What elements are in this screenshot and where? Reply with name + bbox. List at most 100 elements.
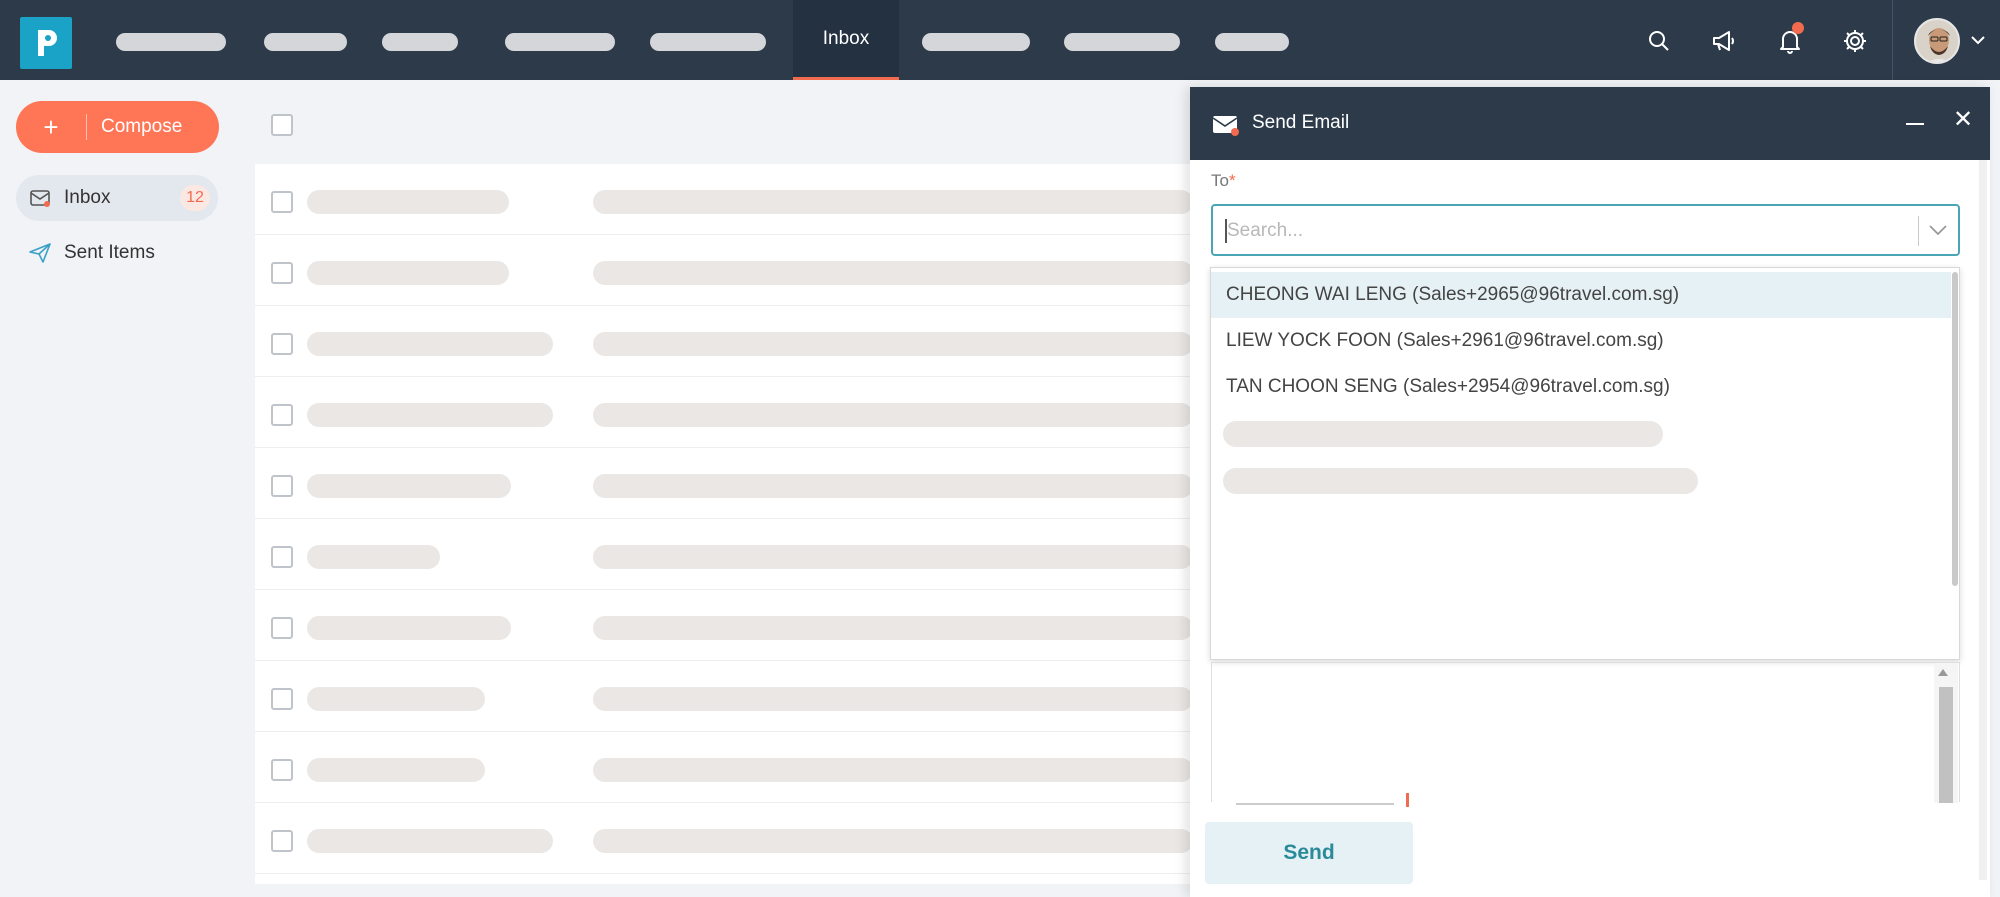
megaphone-icon[interactable] [1709,26,1739,56]
list-item[interactable] [255,519,1195,590]
mail-list [255,164,1195,884]
row-checkbox[interactable] [271,333,293,355]
scroll-up-arrow-icon[interactable] [1938,669,1948,676]
row-checkbox[interactable] [271,475,293,497]
gear-icon[interactable] [1840,26,1870,56]
loading-placeholder [593,758,1193,782]
to-field-label: To* [1211,171,1236,191]
divider [1918,216,1919,246]
logo-icon [38,30,57,56]
list-item[interactable] [255,306,1195,377]
envelope-icon [1212,113,1240,142]
panel-scrollbar[interactable] [1979,160,1987,880]
nav-tab-placeholder[interactable] [382,33,458,51]
loading-placeholder [307,687,485,711]
sidebar-item-label: Sent Items [64,242,155,263]
nav-tab-placeholder[interactable] [1064,33,1180,51]
loading-placeholder [307,616,511,640]
list-item[interactable] [255,803,1195,874]
paper-plane-icon [16,242,64,264]
loading-placeholder [593,545,1193,569]
nav-tab-placeholder[interactable] [505,33,615,51]
loading-placeholder [307,261,509,285]
close-icon[interactable]: ✕ [1948,105,1978,135]
loading-placeholder [593,829,1193,853]
panel-header: Send Email ✕ [1190,87,1990,160]
select-all-checkbox[interactable] [271,114,293,136]
nav-tab-placeholder[interactable] [116,33,226,51]
list-item[interactable] [255,235,1195,306]
sidebar-item-label: Inbox [64,187,111,208]
app-logo[interactable] [20,17,72,69]
nav-tab-placeholder[interactable] [1215,33,1289,51]
nav-tab-inbox[interactable]: Inbox [793,0,899,80]
row-checkbox[interactable] [271,830,293,852]
avatar[interactable] [1914,18,1960,64]
loading-placeholder [307,758,485,782]
unread-count-badge: 12 [180,185,210,211]
panel-title: Send Email [1252,112,1350,133]
loading-placeholder [307,474,511,498]
loading-placeholder [1223,468,1698,494]
loading-placeholder [593,261,1193,285]
suggestion-item[interactable]: TAN CHOON SENG (Sales+2954@96travel.com.… [1211,364,1951,410]
row-checkbox[interactable] [271,262,293,284]
recipient-search-input[interactable] [1227,216,1887,246]
suggestion-item[interactable]: LIEW YOCK FOON (Sales+2961@96travel.com.… [1211,318,1951,364]
inbox-icon [16,188,64,208]
message-body-editor[interactable] [1211,662,1960,803]
required-marker: * [1228,171,1236,190]
compose-label: Compose [101,116,183,137]
dropdown-scrollbar[interactable] [1952,272,1958,586]
recipient-search-field[interactable] [1211,204,1960,256]
list-item[interactable] [255,590,1195,661]
loading-placeholder [307,403,553,427]
scrollbar-thumb[interactable] [1939,687,1953,803]
row-checkbox[interactable] [271,404,293,426]
row-checkbox[interactable] [271,617,293,639]
divider [1892,0,1893,80]
minimize-icon[interactable] [1906,123,1924,125]
loading-placeholder [593,332,1193,356]
to-label-text: To [1211,171,1229,190]
list-item[interactable] [255,732,1195,803]
bell-icon[interactable] [1775,22,1805,56]
editor-scrollbar[interactable] [1934,663,1958,803]
loading-placeholder [593,474,1193,498]
list-item[interactable] [255,448,1195,519]
sidebar-item-sent-items[interactable]: Sent Items [16,230,218,276]
row-checkbox[interactable] [271,546,293,568]
loading-placeholder [1223,421,1663,447]
send-button[interactable]: Send [1205,822,1413,884]
loading-placeholder [593,403,1193,427]
notification-dot [1792,22,1804,34]
compose-button[interactable]: + Compose [16,101,219,153]
loading-placeholder [593,616,1193,640]
row-checkbox[interactable] [271,688,293,710]
loading-placeholder [307,829,553,853]
loading-placeholder [593,190,1193,214]
loading-placeholder [307,545,440,569]
chevron-down-icon[interactable] [1927,220,1949,245]
loading-placeholder [593,687,1193,711]
suggestion-item[interactable]: CHEONG WAI LENG (Sales+2965@96travel.com… [1211,272,1951,318]
editor-toolbar-field [1236,803,1394,805]
chevron-down-icon[interactable] [1970,33,1986,51]
recipient-suggestions-dropdown: CHEONG WAI LENG (Sales+2965@96travel.com… [1210,267,1960,660]
list-item[interactable] [255,377,1195,448]
top-navigation-bar: Inbox [0,0,2000,80]
text-cursor [1406,793,1409,807]
sidebar-item-inbox[interactable]: Inbox 12 [16,175,218,221]
loading-placeholder [307,332,553,356]
nav-tab-placeholder[interactable] [264,33,347,51]
search-icon[interactable] [1644,26,1674,56]
send-email-panel: Send Email ✕ To* CHEONG WAI LENG (Sales+… [1190,87,1990,897]
plus-icon: + [43,112,59,142]
nav-tab-placeholder[interactable] [650,33,766,51]
row-checkbox[interactable] [271,759,293,781]
row-checkbox[interactable] [271,191,293,213]
loading-placeholder [307,190,509,214]
list-item[interactable] [255,164,1195,235]
list-item[interactable] [255,661,1195,732]
nav-tab-placeholder[interactable] [922,33,1030,51]
